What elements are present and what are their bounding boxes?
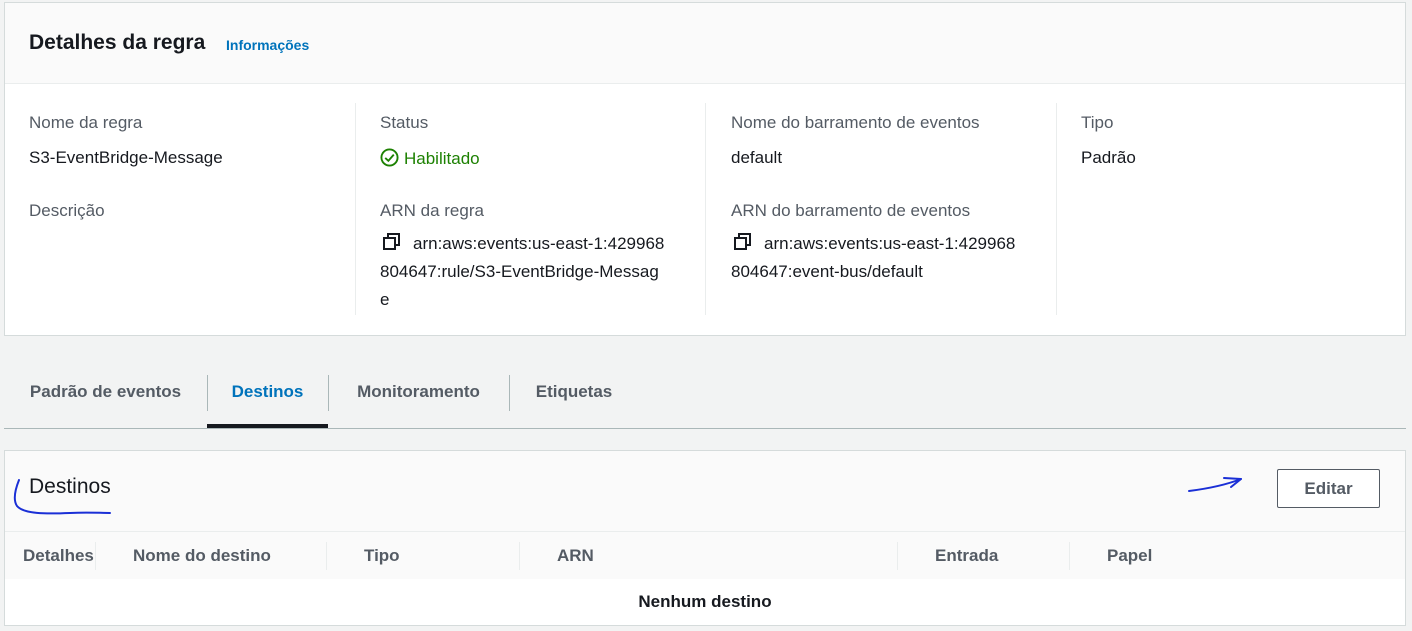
success-check-icon (380, 148, 399, 167)
tab-bar: Padrão de eventos Destinos Monitoramento… (4, 355, 1406, 429)
status-text: Habilitado (404, 149, 480, 168)
column-header-input[interactable]: Entrada (935, 546, 998, 566)
column-header-type[interactable]: Tipo (364, 546, 400, 566)
active-tab-indicator (207, 424, 328, 428)
copy-icon[interactable] (383, 233, 403, 251)
column-header-target-name[interactable]: Nome do destino (133, 546, 271, 566)
column-header-details[interactable]: Detalhes (23, 546, 94, 566)
bus-arn-value: arn:aws:events:us-east-1:429968 804647:e… (731, 230, 1041, 286)
tab-event-pattern[interactable]: Padrão de eventos (4, 355, 207, 428)
copy-icon[interactable] (734, 233, 754, 251)
bus-arn-line-1: arn:aws:events:us-east-1:429968 (764, 234, 1016, 253)
column-separator (95, 542, 96, 570)
description-label: Descrição (29, 201, 105, 220)
panel-title: Detalhes da regra (29, 31, 206, 54)
column-separator (326, 542, 327, 570)
column-header-arn[interactable]: ARN (557, 546, 594, 566)
targets-table-header: Detalhes Nome do destino Tipo ARN Entrad… (5, 531, 1405, 580)
empty-table-message: Nenhum destino (5, 579, 1405, 625)
rule-arn-line-1: arn:aws:events:us-east-1:429968 (413, 234, 665, 253)
column-separator (897, 542, 898, 570)
column-separator (1069, 542, 1070, 570)
rule-arn-label: ARN da regra (380, 201, 484, 220)
bus-name-label: Nome do barramento de eventos (731, 113, 980, 132)
column-separator (519, 542, 520, 570)
rule-arn-line-2: 804647:rule/S3-EventBridge-Messag (380, 262, 659, 281)
tab-separator (207, 375, 208, 411)
column-divider (705, 103, 706, 315)
rule-arn-line-3: e (380, 290, 390, 309)
type-label: Tipo (1081, 113, 1114, 132)
column-divider (355, 103, 356, 315)
bus-arn-label: ARN do barramento de eventos (731, 201, 971, 220)
type-value: Padrão (1081, 148, 1136, 167)
status-label: Status (380, 113, 429, 132)
tab-tags[interactable]: Etiquetas (509, 355, 639, 428)
tab-monitoring[interactable]: Monitoramento (328, 355, 509, 428)
edit-button[interactable]: Editar (1277, 469, 1380, 508)
tab-separator (509, 375, 510, 411)
column-header-role[interactable]: Papel (1107, 546, 1152, 566)
rule-name-label: Nome da regra (29, 113, 143, 132)
rule-arn-value: arn:aws:events:us-east-1:429968 804647:r… (380, 230, 680, 314)
status-value: Habilitado (380, 148, 480, 169)
column-divider (1056, 103, 1057, 315)
rule-details-panel: Detalhes da regra Informações Nome da re… (4, 2, 1406, 336)
bus-arn-line-2: 804647:event-bus/default (731, 262, 923, 281)
rule-name-value: S3-EventBridge-Message (29, 148, 223, 167)
targets-panel: Destinos Editar Detalhes Nome do destino… (4, 450, 1406, 626)
tab-targets[interactable]: Destinos (207, 355, 328, 428)
targets-title: Destinos (29, 475, 111, 498)
panel-header: Detalhes da regra Informações (5, 3, 1405, 84)
bus-name-value: default (731, 148, 783, 167)
info-link[interactable]: Informações (226, 37, 309, 53)
tab-separator (328, 375, 329, 411)
